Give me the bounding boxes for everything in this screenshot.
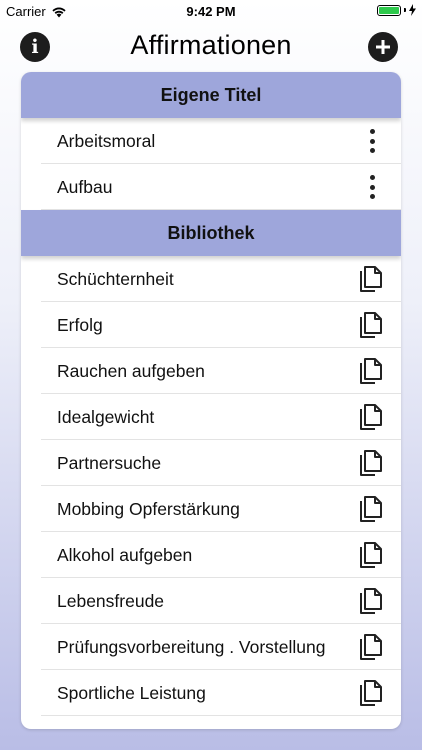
add-button[interactable] — [368, 32, 398, 62]
more-vertical-icon[interactable] — [369, 175, 375, 199]
navigation-bar: i Affirmationen — [0, 22, 422, 72]
copy-icon[interactable] — [359, 679, 383, 707]
copy-icon[interactable] — [359, 587, 383, 615]
list-item-label: Schüchternheit — [57, 268, 174, 289]
list-item-label: Partnersuche — [57, 452, 162, 473]
list-item[interactable]: Alkohol aufgeben — [21, 532, 401, 578]
battery-tip — [404, 8, 406, 12]
copy-icon[interactable] — [359, 403, 383, 431]
list-item[interactable]: Mobbing Opferstärkung — [21, 486, 401, 532]
list-item[interactable]: Idealgewicht — [21, 394, 401, 440]
list-item-label: Lebensfreude — [57, 590, 165, 611]
list-item[interactable]: Erfolg — [21, 302, 401, 348]
list-item[interactable]: Aufbau — [21, 164, 401, 210]
list-item[interactable]: Rauchen aufgeben — [21, 348, 401, 394]
more-vertical-icon[interactable] — [369, 129, 375, 153]
copy-icon[interactable] — [359, 541, 383, 569]
list-item[interactable]: Arbeitsmoral — [21, 118, 401, 164]
list-item-label: Rauchen aufgeben — [57, 360, 205, 381]
status-bar: Carrier 9:42 PM — [0, 0, 422, 22]
list-item-label: Sportliche Leistung — [57, 682, 206, 703]
status-time: 9:42 PM — [186, 4, 236, 19]
copy-icon[interactable] — [359, 311, 383, 339]
list-item-label: Idealgewicht — [57, 406, 155, 427]
list-item[interactable]: Prüfungsvorbereitung . Vorstellung — [21, 624, 401, 670]
list-item-label: Mobbing Opferstärkung — [57, 498, 240, 519]
copy-icon[interactable] — [359, 449, 383, 477]
own-titles-list: Arbeitsmoral Aufbau — [21, 118, 401, 210]
library-list: Schüchternheit Erfolg Rauchen aufgeben Idea… — [21, 256, 401, 716]
page-title: Affirmationen — [130, 30, 292, 60]
list-item-label: Aufbau — [57, 176, 113, 197]
list-item[interactable]: Schüchternheit — [21, 256, 401, 302]
charging-bolt-icon — [409, 4, 416, 16]
section-header-own-titles: Eigene Titel — [21, 72, 401, 118]
copy-icon[interactable] — [359, 357, 383, 385]
battery-icon — [377, 4, 401, 16]
affirmations-list[interactable]: Eigene Titel Arbeitsmoral Aufbau Biblioth… — [21, 72, 401, 729]
list-item[interactable]: Sportliche Leistung — [21, 670, 401, 716]
copy-icon[interactable] — [359, 495, 383, 523]
section-header-library: Bibliothek — [21, 210, 401, 256]
copy-icon[interactable] — [359, 633, 383, 661]
copy-icon[interactable] — [359, 265, 383, 293]
list-item[interactable]: Partnersuche — [21, 440, 401, 486]
list-item-label: Arbeitsmoral — [57, 130, 156, 151]
list-item[interactable]: Lebensfreude — [21, 578, 401, 624]
list-item-label: Erfolg — [57, 314, 103, 335]
plus-circle-icon — [376, 40, 390, 54]
status-right — [377, 4, 416, 16]
list-item-label: Prüfungsvorbereitung . Vorstellung — [57, 636, 326, 657]
list-item-label: Alkohol aufgeben — [57, 544, 193, 565]
